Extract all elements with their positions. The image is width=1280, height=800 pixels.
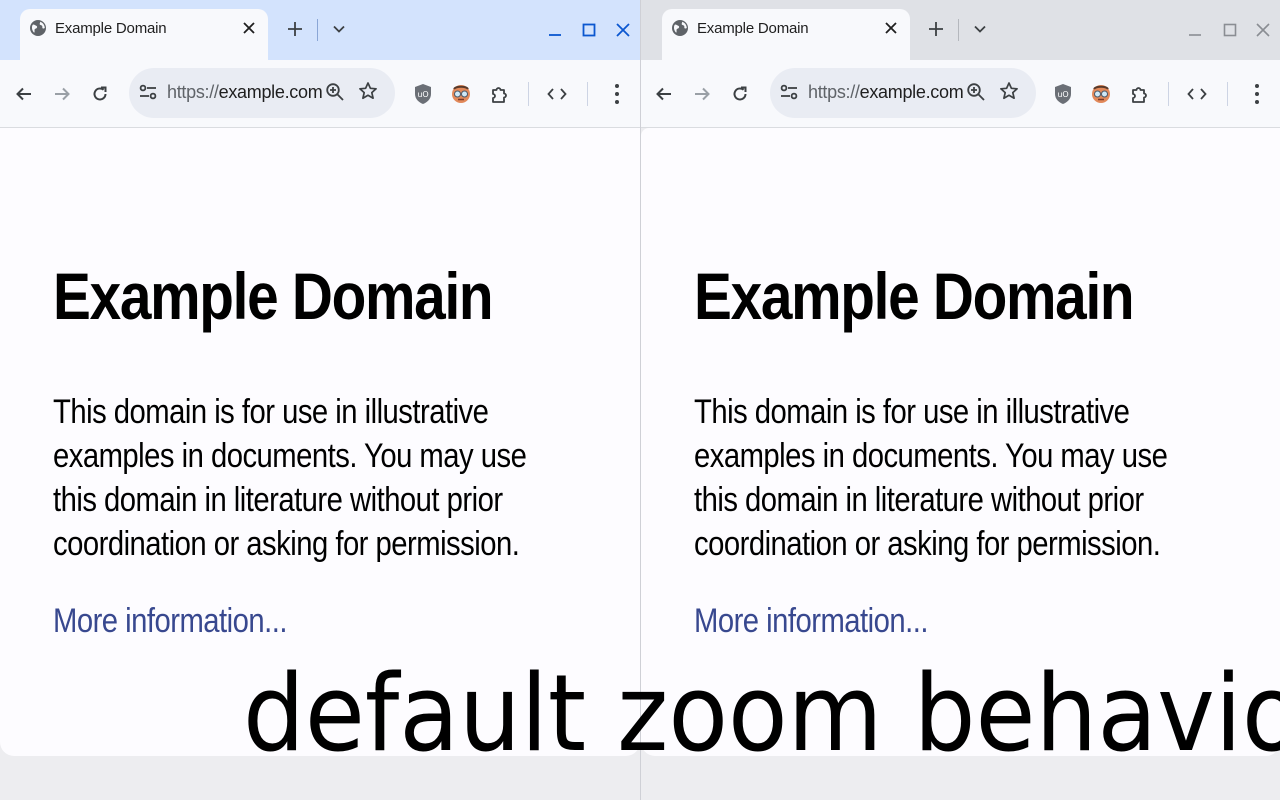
- tab-search-icon[interactable]: [328, 18, 350, 40]
- new-tab-icon[interactable]: [923, 16, 949, 42]
- globe-icon: [671, 19, 689, 37]
- toolbar: https://example.com uO: [641, 60, 1280, 128]
- devtools-icon[interactable]: [1184, 81, 1210, 107]
- ublock-icon[interactable]: uO: [410, 81, 436, 107]
- tab-strip: Example Domain: [0, 0, 640, 60]
- svg-text:uO: uO: [417, 90, 428, 99]
- extension-face-icon[interactable]: [448, 81, 474, 107]
- close-icon[interactable]: [238, 17, 260, 39]
- tab-strip: Example Domain: [641, 0, 1280, 60]
- minimize-icon[interactable]: [1183, 18, 1207, 42]
- back-icon[interactable]: [12, 82, 36, 106]
- toolbar: https://example.com uO: [0, 60, 640, 128]
- ublock-icon[interactable]: uO: [1050, 81, 1076, 107]
- maximize-icon[interactable]: [577, 18, 601, 42]
- extensions-puzzle-icon[interactable]: [1127, 81, 1153, 107]
- tab-search-icon[interactable]: [969, 18, 991, 40]
- window-close-icon[interactable]: [611, 18, 635, 42]
- new-tab-icon[interactable]: [282, 16, 308, 42]
- more-information-link[interactable]: More information...: [694, 602, 928, 641]
- url-host: example.com: [859, 82, 964, 102]
- tab-title: Example Domain: [55, 20, 167, 37]
- menu-kebab-icon[interactable]: [1244, 81, 1270, 107]
- zoom-icon[interactable]: [966, 82, 988, 104]
- extension-face-icon[interactable]: [1088, 81, 1114, 107]
- tab-title: Example Domain: [697, 20, 809, 37]
- url-text: https://example.com: [167, 82, 323, 103]
- devtools-icon[interactable]: [544, 81, 570, 107]
- bookmark-star-icon[interactable]: [358, 81, 380, 103]
- zoom-icon[interactable]: [325, 82, 347, 104]
- extensions-puzzle-icon[interactable]: [487, 81, 513, 107]
- site-info-icon[interactable]: [779, 82, 799, 102]
- page-paragraph: This domain is for use in illustrative e…: [53, 393, 527, 563]
- screen: Example Domain https://example.com uO Ex…: [0, 0, 1280, 800]
- address-bar[interactable]: https://example.com: [129, 68, 395, 118]
- toolbar-separator: [587, 82, 588, 106]
- page-heading: Example Domain: [53, 259, 494, 333]
- globe-icon: [29, 19, 47, 37]
- more-information-link[interactable]: More information...: [53, 602, 287, 641]
- back-icon[interactable]: [652, 82, 676, 106]
- bookmark-star-icon[interactable]: [999, 81, 1021, 103]
- site-info-icon[interactable]: [138, 82, 158, 102]
- forward-icon[interactable]: [50, 82, 74, 106]
- page-heading: Example Domain: [694, 259, 1135, 333]
- reload-icon[interactable]: [728, 82, 752, 106]
- toolbar-separator: [1227, 82, 1228, 106]
- menu-kebab-icon[interactable]: [604, 81, 630, 107]
- url-text: https://example.com: [808, 82, 964, 103]
- reload-icon[interactable]: [88, 82, 112, 106]
- window-close-icon[interactable]: [1251, 18, 1275, 42]
- minimize-icon[interactable]: [543, 18, 567, 42]
- tab-example-domain[interactable]: Example Domain: [662, 9, 910, 60]
- tab-separator: [317, 19, 318, 41]
- toolbar-separator: [1168, 82, 1169, 106]
- url-scheme: https://: [808, 82, 860, 102]
- tab-separator: [958, 19, 959, 41]
- close-icon[interactable]: [880, 17, 902, 39]
- tab-example-domain[interactable]: Example Domain: [20, 9, 268, 60]
- forward-icon[interactable]: [690, 82, 714, 106]
- url-scheme: https://: [167, 82, 219, 102]
- url-host: example.com: [218, 82, 323, 102]
- caption-overlay: default zoom behavior: [243, 652, 1280, 775]
- maximize-icon[interactable]: [1218, 18, 1242, 42]
- address-bar[interactable]: https://example.com: [770, 68, 1036, 118]
- toolbar-separator: [528, 82, 529, 106]
- svg-text:uO: uO: [1057, 90, 1068, 99]
- page-paragraph: This domain is for use in illustrative e…: [694, 393, 1168, 563]
